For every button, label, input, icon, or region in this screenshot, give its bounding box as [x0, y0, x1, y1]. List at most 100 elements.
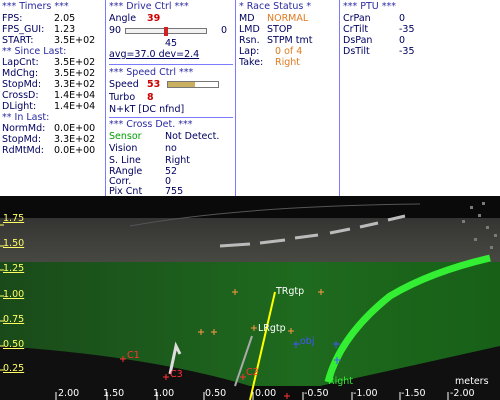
ptu-label: CrPan: [343, 13, 371, 24]
ptu-value: 0: [399, 13, 406, 24]
since-label: DLight:: [2, 101, 37, 112]
object-label: obj: [300, 336, 315, 347]
since-value: 3.3E+02: [54, 79, 96, 90]
nkt-status: N+kT [DC nfnd]: [109, 104, 185, 115]
in-label: RdMtMd:: [2, 145, 44, 156]
in-value: 3.3E+02: [54, 134, 96, 145]
lane-target-label: LRgtp: [258, 323, 286, 334]
in-label: StopMd:: [2, 134, 42, 145]
units-label: meters: [455, 376, 489, 387]
y-axis-label: 1.75: [3, 213, 25, 224]
y-axis-label: 0.50: [3, 339, 25, 350]
since-value: 1.4E+04: [54, 90, 96, 101]
panel-divider: [339, 0, 340, 196]
cluster-label: C2: [246, 367, 259, 378]
race-value: STPM tmt: [267, 35, 313, 46]
race-label: Take:: [239, 57, 264, 68]
race-status-panel: * Race Status * MD NORMAL LMD STOP Rsn. …: [239, 0, 339, 196]
speed-label: Speed: [109, 79, 139, 90]
since-label: MdChg:: [2, 68, 39, 79]
in-value: 0.0E+00: [54, 145, 96, 156]
timers-panel: *** Timers *** FPS: 2.05 FPS_GUI: 1.23 S…: [2, 0, 104, 196]
y-axis-label: 0.25: [3, 363, 25, 374]
slider-min: 90: [109, 25, 122, 36]
since-label: StopMd:: [2, 79, 42, 90]
timers-title: *** Timers ***: [2, 1, 69, 12]
cross-value: 755: [165, 186, 184, 196]
race-label: Lap:: [239, 46, 260, 57]
in-value: 0.0E+00: [54, 123, 96, 134]
x-axis-label: 1.00: [153, 388, 175, 399]
ptu-label: CrTilt: [343, 24, 369, 35]
lane-side-label: Right: [328, 376, 354, 387]
cross-value: Not Detect.: [165, 131, 220, 142]
section-divider: [109, 117, 233, 118]
race-label: Rsn.: [239, 35, 260, 46]
cross-label: S. Line: [109, 155, 141, 166]
speed-bar-fill: [168, 82, 195, 87]
in-label: NormMd:: [2, 123, 46, 134]
x-axis-label: -1.00: [353, 388, 378, 399]
since-value: 3.5E+02: [54, 57, 96, 68]
race-mode-value: NORMAL: [267, 13, 309, 24]
x-axis-label: -0.50: [304, 388, 329, 399]
x-axis-label: -2.00: [450, 388, 475, 399]
drive-panel: *** Drive Ctrl *** Angle 39 90 0 45 avg=…: [109, 0, 233, 196]
panel-divider: [105, 0, 106, 196]
cross-value: no: [165, 143, 177, 154]
since-value: 1.4E+04: [54, 101, 96, 112]
panel-divider: [235, 0, 236, 196]
y-axis-label: 1.50: [3, 238, 25, 249]
background-dark: [0, 196, 500, 218]
race-value: STOP: [267, 24, 293, 35]
x-axis-label: 0.00: [255, 388, 277, 399]
timer-label: FPS:: [2, 13, 23, 24]
timer-value: 3.5E+02: [54, 35, 96, 46]
cross-label: Pix Cnt: [109, 186, 143, 196]
in-last-title: ** In Last:: [2, 112, 50, 123]
drive-title: *** Drive Ctrl ***: [109, 1, 189, 12]
since-value: 3.5E+02: [54, 68, 96, 79]
cluster-label: C3: [170, 369, 183, 380]
speed-value: 53: [147, 79, 161, 90]
timer-label: START:: [2, 35, 34, 46]
race-label: MD: [239, 13, 255, 24]
race-lap-value: 0 of 4: [275, 46, 303, 57]
x-axis-label: 0.50: [205, 388, 227, 399]
timer-value: 1.23: [54, 24, 76, 35]
x-axis-label: -1.50: [401, 388, 426, 399]
ptu-label: DsTilt: [343, 46, 370, 57]
turbo-label: Turbo: [109, 92, 136, 103]
cross-title: *** Cross Det. ***: [109, 119, 193, 130]
race-label: LMD: [239, 24, 260, 35]
timer-value: 2.05: [54, 13, 76, 24]
camera-view[interactable]: 1.75 1.50 1.25 1.00 0.75 0.50 0.25 TRgtp…: [0, 196, 500, 400]
angle-label: Angle: [109, 13, 137, 24]
ptu-value: 0: [399, 35, 406, 46]
cluster-label: C1: [127, 350, 140, 361]
ptu-value: -35: [399, 46, 415, 57]
y-axis-label: 1.00: [3, 289, 25, 300]
ptu-title: *** PTU ***: [343, 1, 397, 12]
angle-value: 39: [147, 13, 161, 24]
x-axis-label: 2.00: [58, 388, 80, 399]
ptu-panel: *** PTU *** CrPan 0 CrTilt -35 DsPan 0 D…: [343, 0, 498, 196]
since-last-title: ** Since Last:: [2, 46, 67, 57]
turbo-value: 8: [147, 92, 154, 103]
y-axis-label: 1.25: [3, 263, 25, 274]
y-axis-label: 0.75: [3, 314, 25, 325]
ptu-label: DsPan: [343, 35, 373, 46]
race-take-value: Right: [275, 57, 301, 68]
cross-value: Right: [165, 155, 191, 166]
angle-slider[interactable]: [125, 27, 207, 36]
angle-stats: avg=37.0 dev=2.4: [109, 49, 200, 60]
timer-label: FPS_GUI:: [2, 24, 45, 35]
since-label: LapCnt:: [2, 57, 39, 68]
cross-label: Vision: [109, 143, 138, 154]
target-point-label: TRgtp: [276, 286, 305, 297]
cross-label-sensor: Sensor: [109, 131, 142, 142]
x-axis-label: 1.50: [103, 388, 125, 399]
angle-slider-thumb[interactable]: [164, 27, 168, 36]
slider-mid: 45: [165, 38, 178, 49]
since-label: CrossD:: [2, 90, 39, 101]
